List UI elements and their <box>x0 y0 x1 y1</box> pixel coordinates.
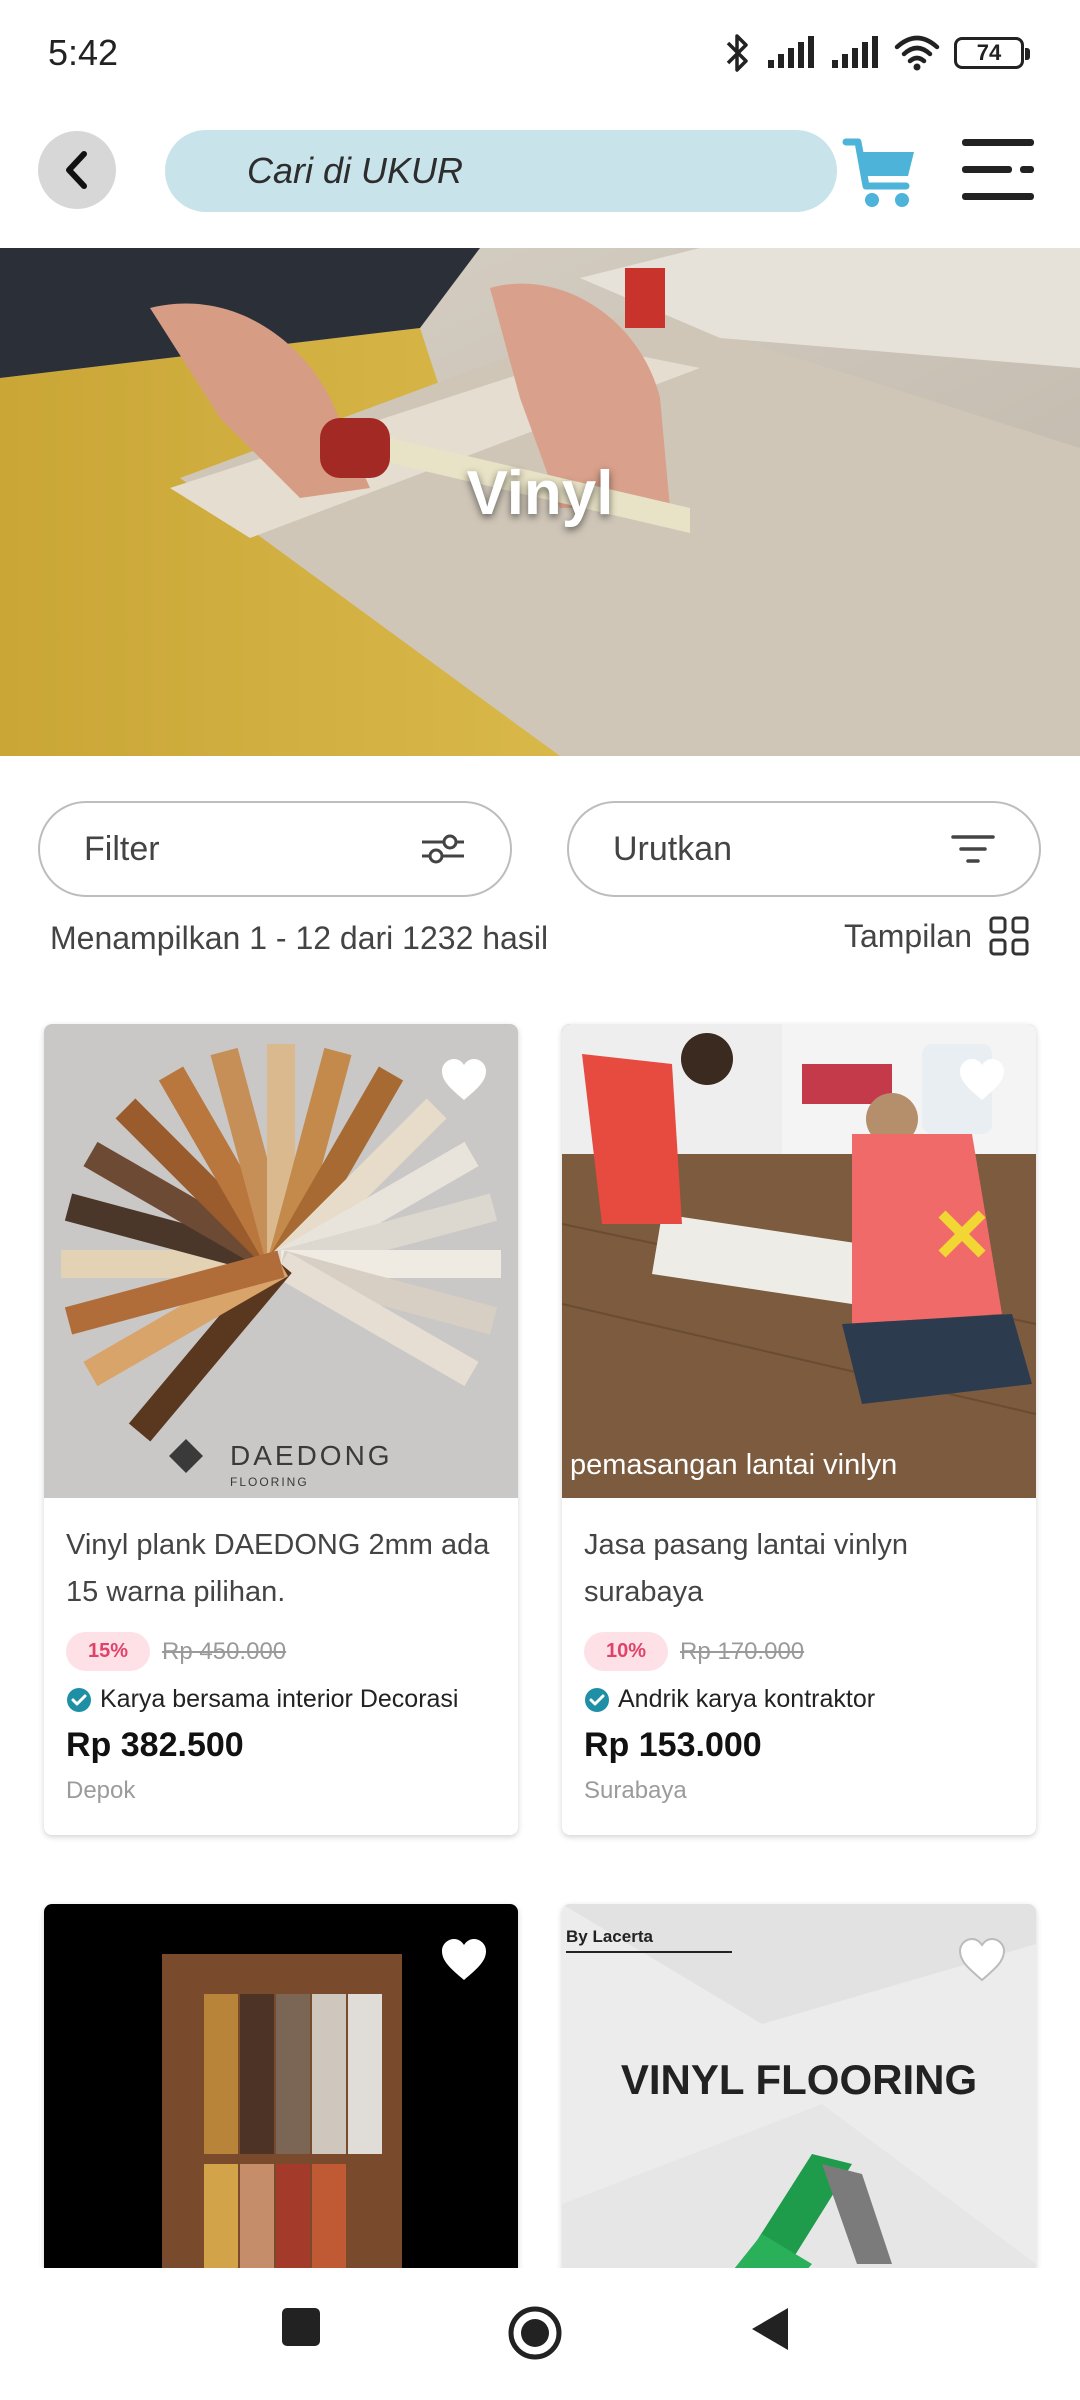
hero-banner: Vinyl <box>0 248 1080 756</box>
signal-icon-2 <box>832 36 878 68</box>
product-image[interactable]: pemasangan lantai vinlyn <box>562 1024 1036 1498</box>
top-nav <box>0 108 1080 248</box>
sliders-icon <box>422 834 464 864</box>
brand-byline: By Lacerta <box>566 1927 653 1946</box>
product-price: Rp 153.000 <box>584 1726 762 1764</box>
menu-icon <box>962 139 1034 200</box>
battery-indicator: 74 <box>954 37 1030 69</box>
home-button[interactable] <box>506 2304 564 2367</box>
bluetooth-icon <box>726 34 748 72</box>
heart-icon[interactable] <box>440 1058 488 1102</box>
heart-icon[interactable] <box>958 1938 1006 1982</box>
wifi-icon <box>894 35 940 71</box>
brand-subcaption: FLOORING <box>230 1475 309 1489</box>
back-button[interactable] <box>38 131 116 209</box>
heart-icon[interactable] <box>440 1938 488 1982</box>
hero-title: Vinyl <box>466 459 614 528</box>
discount-badge: 10% <box>584 1632 669 1671</box>
filter-button[interactable]: Filter <box>38 801 512 897</box>
status-bar: 5:42 74 <box>0 0 1080 108</box>
cart-button[interactable] <box>840 128 920 214</box>
chevron-left-icon <box>66 151 87 189</box>
product-card[interactable]: pemasangan lantai vinlyn Jasa pasang lan… <box>562 1024 1036 1835</box>
grid-icon <box>989 916 1029 956</box>
view-toggle[interactable]: Tampilan <box>844 915 1030 957</box>
system-nav-bar <box>0 2268 1080 2400</box>
results-count: Menampilkan 1 - 12 dari 1232 hasil <box>50 920 549 956</box>
banner-caption: VINYL FLOORING <box>621 2056 977 2103</box>
search-input[interactable] <box>247 150 837 192</box>
sort-button[interactable]: Urutkan <box>567 801 1041 897</box>
product-location: Surabaya <box>584 1777 687 1804</box>
seller-name: Karya bersama interior Decorasi <box>100 1685 459 1713</box>
signal-icon <box>768 36 814 68</box>
search-bar[interactable] <box>165 130 837 212</box>
menu-button[interactable] <box>960 135 1036 205</box>
seller-name: Andrik karya kontraktor <box>618 1685 876 1713</box>
battery-level: 74 <box>976 40 1002 65</box>
heart-icon[interactable] <box>958 1058 1006 1102</box>
square-icon <box>282 2308 320 2346</box>
verified-icon <box>585 1687 609 1712</box>
cart-icon <box>842 138 914 207</box>
original-price: Rp 450.000 <box>162 1637 287 1665</box>
verified-icon <box>67 1687 91 1712</box>
product-location: Depok <box>66 1777 136 1804</box>
product-title[interactable]: Vinyl plank DAEDONG 2mm ada 15 warna pil… <box>66 1522 496 1616</box>
sort-lines-icon <box>951 835 995 863</box>
discount-badge: 15% <box>66 1632 151 1671</box>
back-nav-button[interactable] <box>748 2304 792 2359</box>
sort-label: Urutkan <box>613 829 733 868</box>
recent-apps-button[interactable] <box>278 2304 324 2355</box>
view-label: Tampilan <box>843 917 972 954</box>
triangle-back-icon <box>752 2308 788 2350</box>
original-price: Rp 170.000 <box>680 1637 805 1665</box>
status-time: 5:42 <box>48 32 119 73</box>
product-title[interactable]: Jasa pasang lantai vinlyn surabaya <box>584 1522 1014 1616</box>
brand-caption: DAEDONG <box>230 1440 393 1471</box>
image-caption: pemasangan lantai vinlyn <box>570 1449 897 1481</box>
product-price: Rp 382.500 <box>66 1726 244 1764</box>
product-image[interactable]: DAEDONG FLOORING <box>44 1024 518 1498</box>
filter-label: Filter <box>84 829 160 868</box>
home-circle-icon <box>508 2306 562 2360</box>
status-icons: 74 <box>722 30 1030 76</box>
product-card[interactable]: DAEDONG FLOORING Vinyl plank DAEDONG 2mm… <box>44 1024 518 1835</box>
